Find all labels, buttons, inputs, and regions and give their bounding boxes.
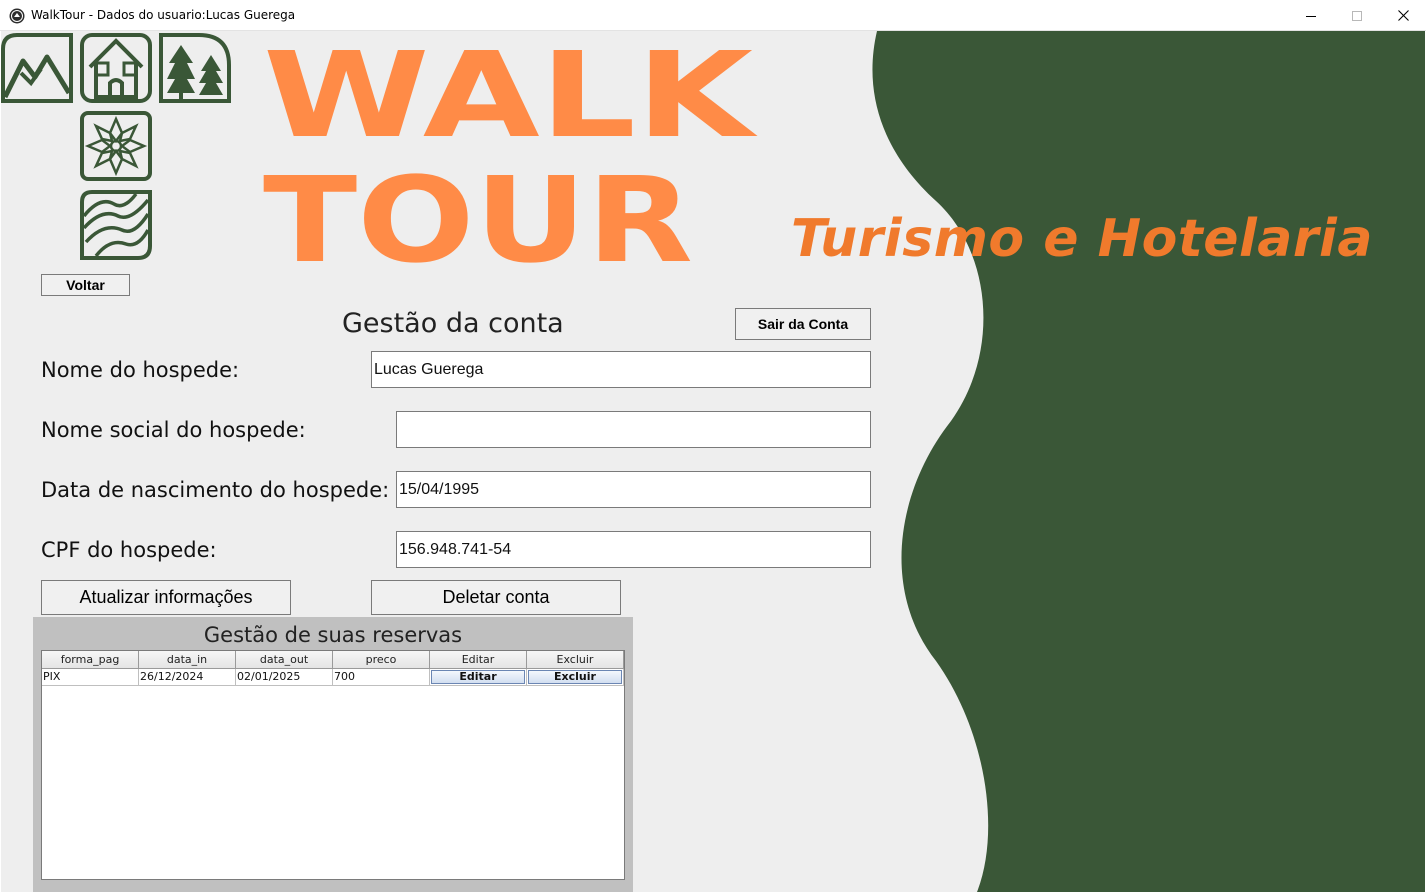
cpf-label: CPF do hospede: xyxy=(41,538,217,562)
flower-icon xyxy=(80,111,152,181)
window-titlebar: WalkTour - Dados do usuario:Lucas Guereg… xyxy=(0,0,1426,31)
column-header-forma-pag[interactable]: forma_pag xyxy=(42,651,139,669)
client-area: WALK TOUR Turismo e Hotelaria Voltar Ges… xyxy=(1,31,1425,892)
birth-date-label: Data de nascimento do hospede: xyxy=(41,478,390,502)
cell-data-out[interactable]: 02/01/2025 xyxy=(236,669,333,686)
column-header-preco[interactable]: preco xyxy=(333,651,430,669)
maximize-icon xyxy=(1352,10,1362,21)
minimize-button[interactable] xyxy=(1288,0,1334,31)
cell-edit: Editar xyxy=(430,669,527,686)
reservations-title: Gestão de suas reservas xyxy=(203,623,463,647)
close-button[interactable] xyxy=(1380,0,1426,31)
delete-reservation-button[interactable]: Excluir xyxy=(528,670,622,684)
minimize-icon xyxy=(1306,15,1316,17)
social-name-label: Nome social do hospede: xyxy=(41,418,306,442)
column-header-data-out[interactable]: data_out xyxy=(236,651,333,669)
name-label: Nome do hospede: xyxy=(41,358,240,382)
brand-line2: TOUR xyxy=(263,151,693,271)
column-header-excluir[interactable]: Excluir xyxy=(527,651,624,669)
window-title: WalkTour - Dados do usuario:Lucas Guereg… xyxy=(31,8,296,22)
back-button[interactable]: Voltar xyxy=(41,274,130,296)
account-section-title: Gestão da conta xyxy=(342,308,564,339)
maximize-button[interactable] xyxy=(1334,0,1380,31)
brand-logo: WALK TOUR xyxy=(263,41,759,271)
house-icon xyxy=(80,33,152,103)
cell-preco[interactable]: 700 xyxy=(333,669,430,686)
pine-trees-icon xyxy=(159,33,231,103)
brand-line1: WALK xyxy=(263,41,759,164)
table-row[interactable]: PIX 26/12/2024 02/01/2025 700 Editar Exc… xyxy=(42,669,624,686)
reservations-table[interactable]: forma_pag data_in data_out preco Editar … xyxy=(41,650,625,880)
cell-data-in[interactable]: 26/12/2024 xyxy=(139,669,236,686)
delete-account-button[interactable]: Deletar conta xyxy=(371,580,621,615)
cpf-input[interactable] xyxy=(396,531,871,568)
edit-reservation-button[interactable]: Editar xyxy=(431,670,525,684)
logout-button[interactable]: Sair da Conta xyxy=(735,308,871,340)
brand-tagline: Turismo e Hotelaria xyxy=(791,209,1373,269)
cell-delete: Excluir xyxy=(527,669,624,686)
app-icon xyxy=(9,8,25,24)
waves-icon xyxy=(80,190,152,260)
social-name-input[interactable] xyxy=(396,411,871,448)
name-input[interactable] xyxy=(371,351,871,388)
table-header: forma_pag data_in data_out preco Editar … xyxy=(42,651,624,669)
close-icon xyxy=(1397,10,1409,21)
column-header-editar[interactable]: Editar xyxy=(430,651,527,669)
reservations-panel: Gestão de suas reservas forma_pag data_i… xyxy=(33,617,633,892)
cell-forma-pag[interactable]: PIX xyxy=(42,669,139,686)
birth-date-input[interactable] xyxy=(396,471,871,508)
update-info-button[interactable]: Atualizar informações xyxy=(41,580,291,615)
column-header-data-in[interactable]: data_in xyxy=(139,651,236,669)
mountains-icon xyxy=(1,33,73,103)
